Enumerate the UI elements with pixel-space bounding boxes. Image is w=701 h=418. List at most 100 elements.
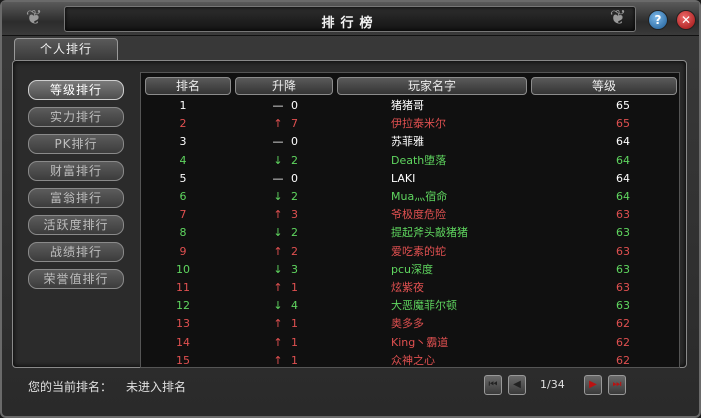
- close-button[interactable]: ✕: [676, 10, 696, 30]
- change-arrow-icon: —: [272, 171, 284, 185]
- close-icon: ✕: [680, 13, 692, 27]
- question-icon: ?: [654, 13, 662, 27]
- rank-cell: 7: [179, 208, 187, 222]
- header-rank[interactable]: 排名: [145, 77, 231, 95]
- title-plate: 排行榜: [64, 6, 636, 32]
- header-player-name[interactable]: 玩家名字: [337, 77, 527, 95]
- change-value: 2: [291, 226, 298, 240]
- header-change[interactable]: 升降: [235, 77, 333, 95]
- level-cell: 63: [616, 244, 630, 258]
- level-cell: 63: [616, 281, 630, 294]
- level-cell: 62: [616, 335, 630, 349]
- table-row[interactable]: 14 ↑ 1 King丶霸道 62: [141, 334, 679, 352]
- change-value: 2: [291, 190, 298, 203]
- table-row[interactable]: 12 ↓ 4 大恶魔菲尔顿 63: [141, 297, 679, 315]
- change-arrow-icon: —: [272, 99, 284, 112]
- level-cell: 63: [616, 208, 630, 222]
- sidebar-item-2[interactable]: PK排行: [28, 134, 124, 154]
- last-page-button[interactable]: ⏭: [608, 375, 626, 395]
- first-page-button[interactable]: ⏮: [484, 375, 502, 395]
- rank-cell: 10: [176, 262, 190, 276]
- wing-ornament-right-icon: ❦: [609, 5, 627, 29]
- page-indicator: 1/34: [540, 378, 565, 391]
- change-arrow-icon: ↓: [273, 299, 283, 313]
- level-cell: 63: [616, 299, 630, 313]
- table-row[interactable]: 9 ↑ 2 爱吃素的蛇 63: [141, 243, 679, 261]
- change-value: 4: [291, 299, 298, 313]
- window-title: 排行榜: [321, 16, 379, 31]
- prev-page-icon: ◀: [513, 379, 521, 390]
- change-arrow-icon: ↑: [273, 117, 283, 131]
- change-value: 1: [291, 317, 298, 331]
- player-name: Mua灬宿命: [391, 190, 448, 203]
- sidebar-item-0[interactable]: 等级排行: [28, 80, 124, 100]
- rank-cell: 11: [176, 281, 190, 294]
- player-name: 提起斧头敲猪猪: [391, 226, 468, 240]
- player-name: 爱吃素的蛇: [391, 244, 446, 258]
- table-row[interactable]: 6 ↓ 2 Mua灬宿命 64: [141, 188, 679, 206]
- level-cell: 64: [616, 135, 630, 149]
- player-name: 大恶魔菲尔顿: [391, 299, 457, 313]
- rank-cell: 1: [179, 99, 187, 112]
- table-row[interactable]: 1 — 0 猪猪哥 65: [141, 97, 679, 115]
- level-cell: 64: [616, 171, 630, 185]
- change-arrow-icon: ↑: [273, 335, 283, 349]
- level-cell: 62: [616, 317, 630, 331]
- player-name: King丶霸道: [391, 335, 449, 349]
- rank-cell: 8: [179, 226, 187, 240]
- player-name: 伊拉泰米尔: [391, 117, 446, 131]
- change-arrow-icon: ↑: [273, 281, 283, 294]
- sidebar-item-7[interactable]: 荣誉值排行: [28, 269, 124, 289]
- table-row[interactable]: 15 ↑ 1 众神之心 62: [141, 352, 679, 370]
- sidebar-item-4[interactable]: 富翁排行: [28, 188, 124, 208]
- player-name: LAKI: [391, 171, 416, 185]
- change-value: 7: [291, 117, 298, 131]
- help-button[interactable]: ?: [648, 10, 668, 30]
- rank-cell: 3: [179, 135, 187, 149]
- title-bar[interactable]: ❦ 排行榜 ❦ ? ✕: [2, 2, 699, 36]
- change-value: 3: [291, 262, 298, 276]
- rank-cell: 6: [179, 190, 187, 203]
- rank-cell: 15: [176, 353, 190, 367]
- rank-cell: 4: [179, 153, 187, 167]
- sidebar-item-5[interactable]: 活跃度排行: [28, 215, 124, 235]
- change-value: 0: [291, 171, 298, 185]
- level-cell: 65: [616, 99, 630, 112]
- first-page-icon: ⏮: [488, 379, 498, 390]
- rank-cell: 12: [176, 299, 190, 313]
- ranking-table: 排名 升降 玩家名字 等级 1 — 0 猪猪哥 65 2 ↑ 7 伊拉泰米尔 65 3—0 苏菲雅 64…: [140, 72, 680, 368]
- table-row[interactable]: 11 ↑ 1 炫紫夜 63: [141, 279, 679, 297]
- player-name: pcu深度: [391, 262, 434, 276]
- table-row[interactable]: 10 ↓ 3 pcu深度 63: [141, 261, 679, 279]
- header-level[interactable]: 等级: [531, 77, 677, 95]
- change-value: 1: [291, 335, 298, 349]
- level-cell: 62: [616, 353, 630, 367]
- table-row[interactable]: 13 ↑ 1 奥多多 62: [141, 315, 679, 333]
- change-value: 0: [291, 99, 298, 112]
- player-name: 炫紫夜: [391, 281, 424, 294]
- player-name: Death堕落: [391, 153, 447, 167]
- table-row[interactable]: 8 ↓ 2 提起斧头敲猪猪 63: [141, 224, 679, 242]
- player-name: 猪猪哥: [391, 99, 424, 112]
- prev-page-button[interactable]: ◀: [508, 375, 526, 395]
- table-row[interactable]: 4 ↓ 2 Death堕落 64: [141, 152, 679, 170]
- table-row[interactable]: 5 — 0 LAKI 64: [141, 170, 679, 188]
- sidebar-item-3[interactable]: 财富排行: [28, 161, 124, 181]
- table-row[interactable]: 2 ↑ 7 伊拉泰米尔 65: [141, 115, 679, 133]
- change-arrow-icon: ↓: [273, 153, 283, 167]
- rank-cell: 14: [176, 335, 190, 349]
- table-row[interactable]: 7 ↑ 3 爷极度危险 63: [141, 206, 679, 224]
- level-cell: 63: [616, 226, 630, 240]
- sidebar-item-6[interactable]: 战绩排行: [28, 242, 124, 262]
- player-name: 奥多多: [391, 317, 424, 331]
- current-rank-value: 未进入排名: [126, 380, 187, 394]
- change-arrow-icon: ↓: [273, 190, 283, 203]
- table-row[interactable]: 3 — 0 苏菲雅 64: [141, 133, 679, 151]
- player-name: 爷极度危险: [391, 208, 446, 222]
- change-arrow-icon: ↑: [273, 353, 283, 367]
- change-arrow-icon: ↑: [273, 244, 283, 258]
- tab-personal-ranking[interactable]: 个人排行: [14, 38, 118, 60]
- next-page-button[interactable]: ▶: [584, 375, 602, 395]
- change-arrow-icon: ↓: [273, 262, 283, 276]
- sidebar-item-1[interactable]: 实力排行: [28, 107, 124, 127]
